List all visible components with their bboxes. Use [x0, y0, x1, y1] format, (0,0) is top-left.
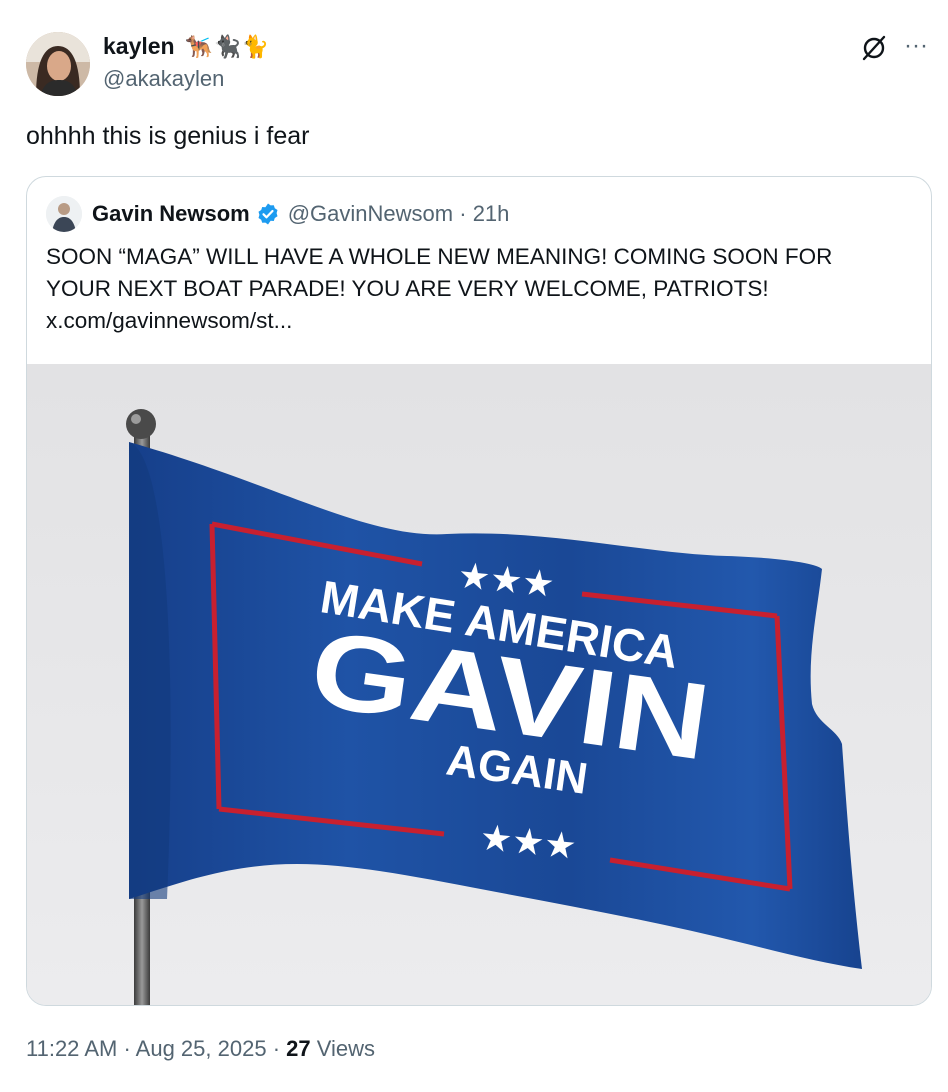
tweet: kaylen 🐕‍🦺🐈‍⬛🐈 @akakaylen ··· ohhhh this…: [0, 0, 948, 1092]
quoted-handle[interactable]: @GavinNewsom · 21h: [288, 201, 510, 227]
quoted-avatar[interactable]: [46, 196, 82, 232]
meta-separator: ·: [266, 1036, 287, 1061]
flag-illustration: ★★★ ★★★ MAKE AMERICA GAVIN AGAIN: [27, 364, 931, 1005]
author-display-name[interactable]: kaylen: [103, 33, 175, 60]
quoted-text: SOON “MAGA” WILL HAVE A WHOLE NEW MEANIN…: [46, 241, 906, 337]
quoted-separator: ·: [459, 201, 467, 226]
views-label: Views: [310, 1036, 376, 1061]
quoted-text-line: YOUR NEXT BOAT PARADE! YOU ARE VERY WELC…: [46, 276, 769, 301]
tweet-date[interactable]: Aug 25, 2025: [136, 1036, 267, 1061]
tweet-meta: 11:22 AM · Aug 25, 2025 · 27 Views: [26, 1036, 375, 1062]
quoted-header: Gavin Newsom @GavinNewsom · 21h: [46, 196, 510, 232]
quoted-age: 21h: [472, 201, 510, 226]
quoted-link[interactable]: x.com/gavinnewsom/st...: [46, 305, 906, 337]
quoted-handle-text: @GavinNewsom: [287, 201, 454, 226]
author-name-block: kaylen 🐕‍🦺🐈‍⬛🐈 @akakaylen: [103, 33, 270, 92]
verified-icon: [258, 203, 278, 225]
author-handle[interactable]: @akakaylen: [103, 66, 270, 92]
quoted-text-line: SOON “MAGA” WILL HAVE A WHOLE NEW MEANIN…: [46, 244, 833, 269]
author-avatar[interactable]: [26, 32, 90, 96]
quoted-tweet-card[interactable]: Gavin Newsom @GavinNewsom · 21h SOON “MA…: [26, 176, 932, 1006]
grok-icon[interactable]: [860, 34, 888, 62]
quoted-display-name[interactable]: Gavin Newsom: [92, 201, 250, 227]
tweet-time[interactable]: 11:22 AM: [26, 1036, 117, 1061]
views-count: 27: [286, 1036, 311, 1061]
author-emojis: 🐕‍🦺🐈‍⬛🐈: [185, 33, 271, 59]
meta-separator: ·: [117, 1036, 136, 1061]
more-icon[interactable]: ···: [900, 30, 932, 62]
tweet-text: ohhhh this is genius i fear: [26, 122, 310, 150]
quoted-image[interactable]: ★★★ ★★★ MAKE AMERICA GAVIN AGAIN: [27, 364, 931, 1005]
